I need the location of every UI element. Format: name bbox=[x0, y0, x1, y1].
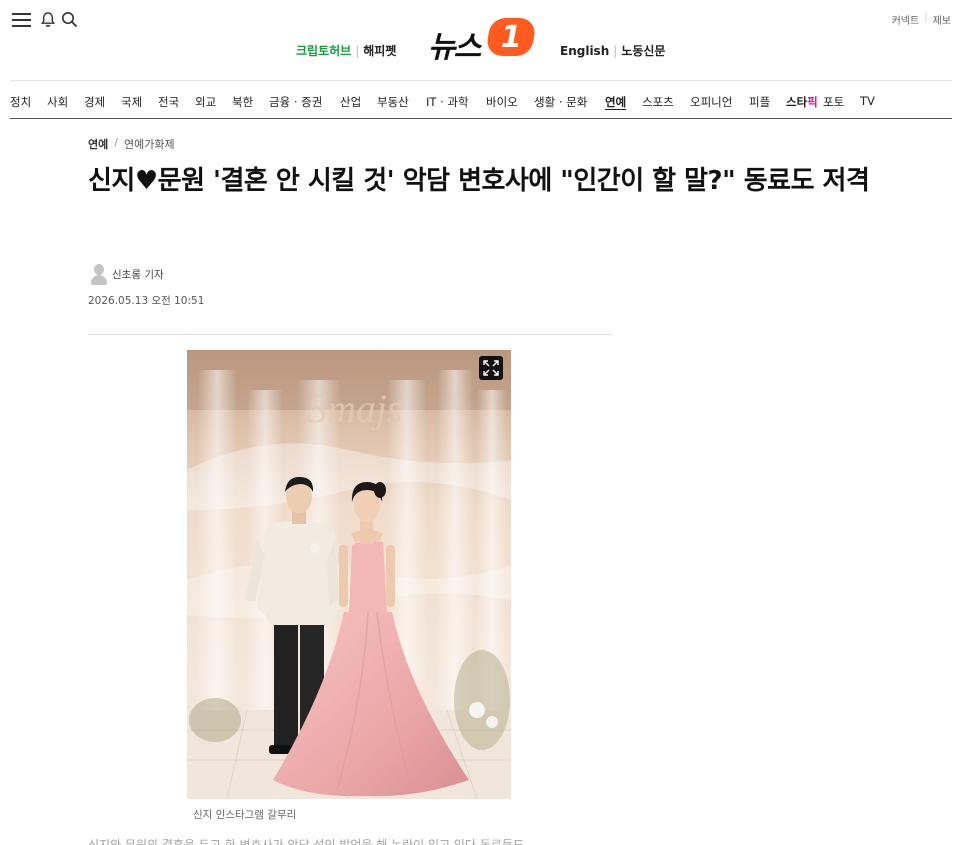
nav-item-photo[interactable]: 포토 bbox=[823, 94, 860, 110]
header-divider bbox=[10, 80, 952, 81]
nav-item-tv[interactable]: TV bbox=[860, 94, 890, 110]
nav-item-real-estate[interactable]: 부동산 bbox=[377, 94, 426, 110]
nav-item-society[interactable]: 사회 bbox=[47, 94, 84, 110]
nav-item-economy[interactable]: 경제 bbox=[84, 94, 121, 110]
separator: | bbox=[613, 43, 618, 58]
logo-badge-number: 1 bbox=[500, 19, 522, 55]
sister-brands: 크립토허브 | 해피펫 bbox=[296, 42, 396, 59]
logo-text: 뉴스 bbox=[428, 30, 481, 65]
nav-item-politics[interactable]: 정치 bbox=[10, 94, 47, 110]
news1-logo[interactable]: 뉴스 1 bbox=[428, 16, 538, 65]
happypet-link[interactable]: 해피펫 bbox=[363, 42, 396, 59]
published-date: 2026.05.13 오전 10:51 bbox=[88, 295, 205, 307]
breadcrumb-subcategory[interactable]: 연예가화제 bbox=[124, 136, 175, 152]
nav-item-north-korea[interactable]: 북한 bbox=[232, 94, 269, 110]
breadcrumb-category[interactable]: 연예 bbox=[88, 136, 108, 152]
nav-item-it-science[interactable]: IT · 과학 bbox=[426, 94, 486, 110]
nav-item-starpick[interactable]: 스타픽 bbox=[786, 94, 823, 110]
nav-item-international[interactable]: 국제 bbox=[121, 94, 158, 110]
edition-links: English | 노동신문 bbox=[560, 42, 665, 59]
article-divider bbox=[88, 334, 612, 335]
breadcrumb-separator: / bbox=[114, 136, 118, 149]
nav-item-life-culture[interactable]: 생활 · 문화 bbox=[534, 94, 605, 110]
nav-item-industry[interactable]: 산업 bbox=[340, 94, 377, 110]
photo-caption: 신지 인스타그램 갈무리 bbox=[193, 809, 297, 821]
nav-item-national[interactable]: 전국 bbox=[158, 94, 195, 110]
nav-item-bio[interactable]: 바이오 bbox=[486, 94, 534, 110]
cryptohub-link[interactable]: 크립토허브 bbox=[296, 42, 351, 59]
nav-item-people[interactable]: 피플 bbox=[749, 94, 786, 110]
separator: | bbox=[924, 12, 928, 23]
utility-links: 커넥트 | 제보 bbox=[892, 12, 951, 27]
nav-item-entertainment[interactable]: 연예 bbox=[605, 94, 642, 110]
search-icon[interactable] bbox=[61, 11, 78, 32]
connect-link[interactable]: 커넥트 bbox=[892, 12, 920, 27]
nav-item-finance[interactable]: 금융 · 증권 bbox=[269, 94, 340, 110]
main-nav: 정치 사회 경제 국제 전국 외교 북한 금융 · 증권 산업 부동산 IT ·… bbox=[10, 94, 890, 110]
nav-item-sports[interactable]: 스포츠 bbox=[642, 94, 690, 110]
tip-link[interactable]: 제보 bbox=[933, 12, 951, 27]
reporter-avatar bbox=[90, 263, 108, 285]
labor-news-link[interactable]: 노동신문 bbox=[621, 42, 665, 59]
article-body-preview: 신지와 문원의 결혼을 두고 한 변호사가 악담 섞인 발언을 해 논란이 일고… bbox=[88, 838, 524, 845]
logo-badge: 1 bbox=[484, 18, 538, 56]
starpick-label: 스타 bbox=[786, 95, 808, 109]
menu-icon[interactable] bbox=[12, 12, 31, 28]
expand-icon[interactable] bbox=[479, 356, 503, 380]
article-title: 신지♥문원 '결혼 안 시킬 것' 악담 변호사에 "인간이 할 말?" 동료도… bbox=[88, 166, 870, 196]
reporter-name[interactable]: 신초롱 기자 bbox=[112, 267, 164, 282]
english-link[interactable]: English bbox=[560, 44, 609, 58]
separator: | bbox=[355, 43, 360, 58]
starpick-suffix: 픽 bbox=[807, 95, 818, 109]
nav-item-opinion[interactable]: 오피니언 bbox=[690, 94, 749, 110]
nav-item-diplomacy[interactable]: 외교 bbox=[195, 94, 232, 110]
nav-divider bbox=[10, 118, 952, 119]
photo-sign: Smajs bbox=[307, 386, 403, 431]
bell-icon[interactable] bbox=[40, 11, 56, 32]
article-photo[interactable]: Smajs bbox=[187, 350, 511, 799]
breadcrumb: 연예 / 연예가화제 bbox=[88, 136, 175, 152]
